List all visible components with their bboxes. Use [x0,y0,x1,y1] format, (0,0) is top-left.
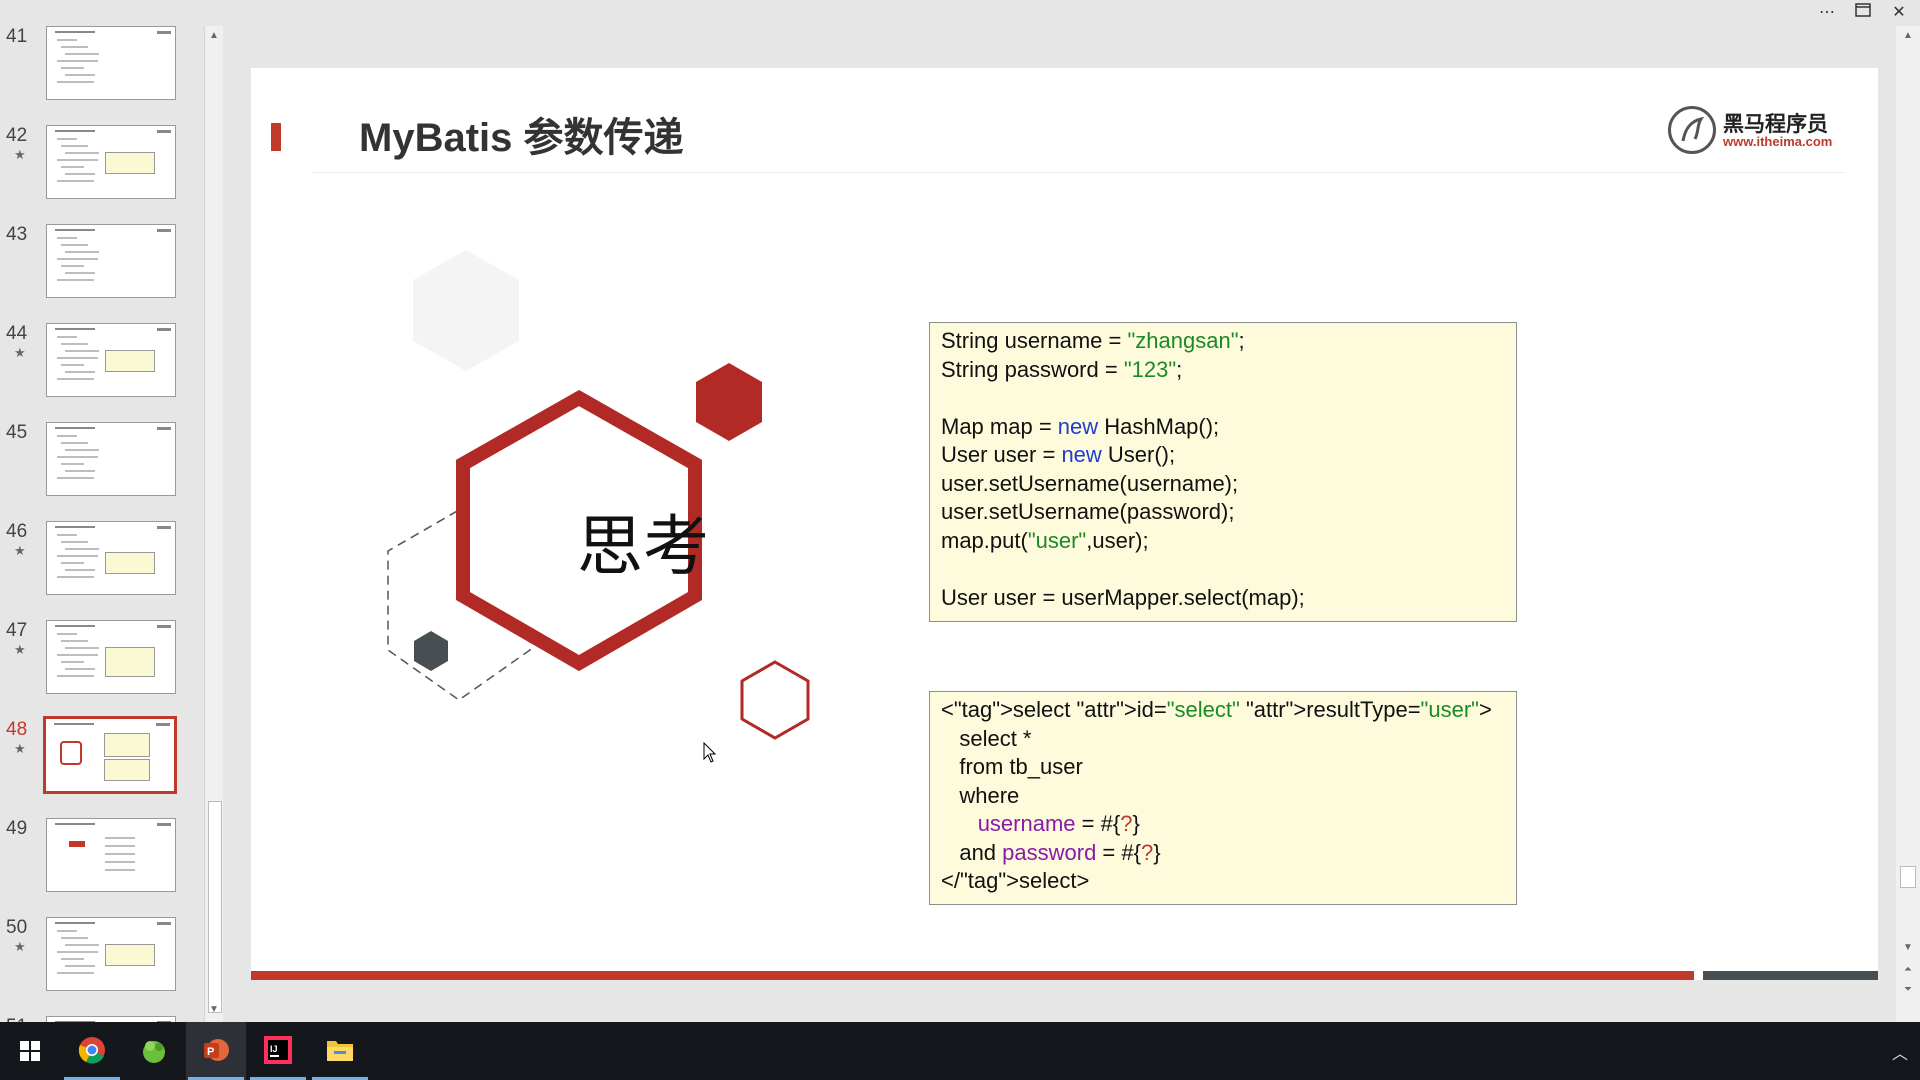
slide-number: 44 [6,323,28,344]
slide-thumbnail[interactable]: 46 ★ [0,521,200,611]
windows-start-icon [20,1041,40,1061]
code-line: User user = new User(); [941,442,1176,467]
thumbnail-scrollbar[interactable]: ▲ ▼ [204,26,223,1022]
code-line: Map map = new HashMap(); [941,413,1220,439]
code-line: select * [941,725,1032,751]
slide-number: 50 [6,917,28,938]
code-line: String username = "zhangsan"; [941,328,1245,353]
slide-number: 43 [6,224,28,245]
think-heading: 思考 [577,508,709,585]
taskbar-chrome[interactable] [62,1022,122,1080]
slide-number: 41 [6,26,28,47]
slide-number: 49 [6,818,28,839]
slide-thumbnail[interactable]: 42 ★ [0,125,200,215]
taskbar-file-explorer[interactable] [310,1022,370,1080]
red-outline-small-hexagon-shape [740,660,810,740]
red-small-hexagon-shape [696,363,762,441]
animation-star-icon: ★ [14,147,26,162]
slide-thumbnail[interactable]: 48 ★ [0,716,200,809]
thumbnail-scroll-thumb[interactable] [208,801,222,1013]
close-icon[interactable]: ✕ [1884,2,1914,24]
slide-thumbnail[interactable]: 44 ★ [0,323,200,413]
slide-thumbnail[interactable]: 49 [0,818,200,908]
code-line: </"tag">select> [941,868,1090,893]
thumbnail-preview[interactable] [46,521,176,595]
slide-thumbnail[interactable]: 45 [0,422,200,512]
animation-star-icon: ★ [14,345,26,360]
taskbar-green-app[interactable] [124,1022,184,1080]
code-line: <"tag">select "attr">id="select" "attr">… [941,697,1492,722]
horse-logo-icon [1668,106,1716,154]
next-slide-icon[interactable]: ⏷ [1902,984,1914,996]
code-line: where [941,782,1020,808]
slide-number: 46 [6,521,28,542]
app-green-icon [143,1041,165,1063]
taskbar-intellij[interactable]: IJ [248,1022,308,1080]
itheima-logo: 黑马程序员 www.itheima.com [1668,106,1858,158]
restore-icon[interactable] [1848,2,1878,24]
scroll-down-icon[interactable]: ▼ [208,1004,220,1016]
thumbnail-preview[interactable] [46,224,176,298]
thumbnail-preview[interactable] [46,323,176,397]
scroll-up-icon[interactable]: ▲ [208,30,220,42]
slide-number: 47 [6,620,28,641]
slide-thumbnail[interactable]: 41 [0,26,200,116]
footer-red-bar [251,971,1694,980]
code-line: map.put("user",user); [941,527,1149,553]
thumbnail-preview[interactable] [46,422,176,496]
xml-code-box: <"tag">select "attr">id="select" "attr">… [929,691,1517,905]
taskbar: P IJ ︿ [0,1022,1920,1080]
code-line: from tb_user [941,754,1083,779]
scroll-down-icon[interactable]: ▼ [1902,942,1914,954]
logo-url: www.itheima.com [1723,134,1833,149]
slide-canvas[interactable]: MyBatis 参数传递 黑马程序员 www.itheima.com 思考 St… [251,68,1878,980]
slide-thumbnail[interactable]: 50 ★ [0,917,200,1007]
file-explorer-icon [327,1041,353,1061]
animation-star-icon: ★ [14,939,26,954]
animation-star-icon: ★ [14,642,26,657]
thumbnail-preview[interactable] [46,620,176,694]
slide-thumbnail-pane: 4142★4344★4546★47★48★4950★51 [0,26,205,1022]
powerpoint-icon: P [204,1039,229,1061]
thumbnail-preview[interactable] [46,818,176,892]
svg-text:IJ: IJ [270,1044,278,1054]
animation-star-icon: ★ [14,543,26,558]
window-title-bar: ⋯ ✕ [0,0,1920,26]
code-line: user.setUsername(username); [941,470,1239,496]
chrome-icon [78,1037,105,1064]
slide-thumbnail[interactable]: 47 ★ [0,620,200,710]
intellij-icon: IJ [264,1036,292,1064]
slide-thumbnail[interactable]: 43 [0,224,200,314]
thumbnail-preview[interactable] [46,125,176,199]
code-line: User user = userMapper.select(map); [941,584,1305,610]
thumbnail-preview[interactable] [43,716,177,794]
taskbar-powerpoint[interactable]: P [186,1022,246,1080]
code-line: and password = #{?} [941,839,1161,865]
slide-scrollbar[interactable]: ▲ ▼ ⏶ ⏷ [1896,26,1920,1022]
scroll-up-icon[interactable]: ▲ [1902,30,1914,42]
slide-number: 42 [6,125,28,146]
slide-scroll-thumb[interactable] [1900,866,1916,888]
svg-text:P: P [207,1046,214,1058]
slide-number: 48 [6,719,28,740]
code-line: username = #{?} [977,811,1140,836]
previous-slide-icon[interactable]: ⏶ [1902,964,1914,976]
code-line: String password = "123"; [941,356,1183,382]
windows-start-button[interactable] [0,1022,60,1080]
more-options-icon[interactable]: ⋯ [1812,2,1842,24]
thumbnail-preview[interactable] [46,26,176,100]
animation-star-icon: ★ [14,741,26,756]
show-hidden-icons-icon[interactable]: ︿ [1892,1040,1908,1064]
java-code-box: String username = "zhangsan"; String pass… [929,322,1517,622]
dark-small-hexagon-shape [414,631,448,671]
footer-dark-bar [1703,971,1878,980]
grey-hexagon-shape [413,250,519,371]
thumbnail-preview[interactable] [46,917,176,991]
mouse-cursor-icon [703,742,717,763]
code-line: user.setUsername(password); [941,499,1235,524]
slide-number: 45 [6,422,28,443]
